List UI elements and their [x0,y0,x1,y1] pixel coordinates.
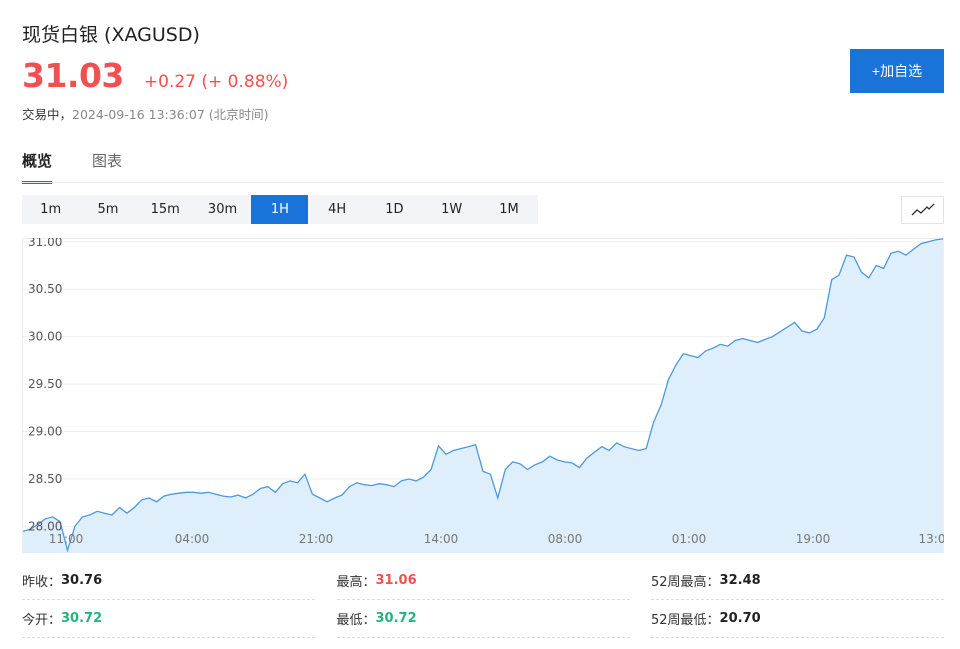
stat-value: 32.48 [719,573,761,588]
period-selector: 1m 5m 15m 30m 1H 4H 1D 1W 1M [22,195,538,224]
stat-value: 30.76 [61,573,103,588]
line-chart-icon [911,203,934,216]
stat-label: 昨收： [22,575,62,590]
y-tick-label: 29.50 [28,377,62,391]
stat-label: 52周最高： [651,575,720,590]
tab-chart[interactable]: 图表 [92,150,122,184]
stat-52w-high: 52周最高： 32.48 [651,562,944,600]
stat-label: 52周最低： [651,613,720,628]
period-4h[interactable]: 4H [308,195,365,224]
x-tick-label: 14:00 [424,532,459,546]
stat-open: 今开： 30.72 [22,600,315,638]
stat-prev-close: 昨收： 30.76 [22,562,315,600]
period-15m[interactable]: 15m [137,195,194,224]
tab-bar: 概览 图表 [22,150,162,184]
period-5m[interactable]: 5m [79,195,136,224]
y-tick-label: 31.00 [28,238,62,249]
status-label: 交易中， [22,107,73,122]
trading-status: 交易中，2024-09-16 13:36:07 (北京时间) [22,104,269,123]
period-1d[interactable]: 1D [366,195,423,224]
stats-grid: 昨收： 30.76 最高： 31.06 52周最高： 32.48 今开： 30.… [22,562,944,638]
period-1h[interactable]: 1H [251,195,309,224]
stat-52w-low: 52周最低： 20.70 [651,600,944,638]
period-30m[interactable]: 30m [194,195,251,224]
period-1m[interactable]: 1m [22,195,79,224]
current-price: 31.03 [22,56,124,95]
y-tick-label: 28.50 [28,472,62,486]
y-tick-label: 29.00 [28,425,62,439]
stat-value: 30.72 [61,611,103,626]
price-area [23,238,943,553]
stat-label: 今开： [22,613,62,628]
timestamp: 2024-09-16 13:36:07 (北京时间) [72,107,269,122]
page-title: 现货白银 (XAGUSD) [22,24,200,46]
period-1mo[interactable]: 1M [480,195,537,224]
x-tick-label: 01:00 [672,532,707,546]
tabs-divider [22,182,944,183]
stat-label: 最高： [336,575,376,590]
stat-value: 20.70 [719,611,761,626]
stats-row: 今开： 30.72 最低： 30.72 52周最低： 20.70 [22,600,944,638]
period-1w[interactable]: 1W [423,195,480,224]
tab-overview[interactable]: 概览 [22,150,53,184]
price-row: 31.03 +0.27 (+ 0.88%) [22,56,288,95]
x-tick-label: 21:00 [299,532,334,546]
y-tick-label: 30.50 [28,282,62,296]
chart-type-toggle[interactable] [901,196,944,224]
x-tick-label: 11:00 [49,532,84,546]
stat-low: 最低： 30.72 [336,600,630,638]
y-tick-label: 30.00 [28,330,62,344]
x-tick-label: 13:0 [919,532,944,546]
stats-row: 昨收： 30.76 最高： 31.06 52周最高： 32.48 [22,562,944,600]
stat-label: 最低： [336,613,376,628]
stat-high: 最高： 31.06 [336,562,630,600]
price-change: +0.27 (+ 0.88%) [143,72,289,92]
price-chart: 31.0030.5030.0029.5029.0028.5028.0011:00… [22,238,944,553]
x-tick-label: 08:00 [548,532,583,546]
add-watchlist-button[interactable]: +加自选 [850,49,944,93]
stat-value: 31.06 [375,573,417,588]
x-tick-label: 19:00 [796,532,831,546]
stat-value: 30.72 [375,611,417,626]
x-tick-label: 04:00 [175,532,210,546]
